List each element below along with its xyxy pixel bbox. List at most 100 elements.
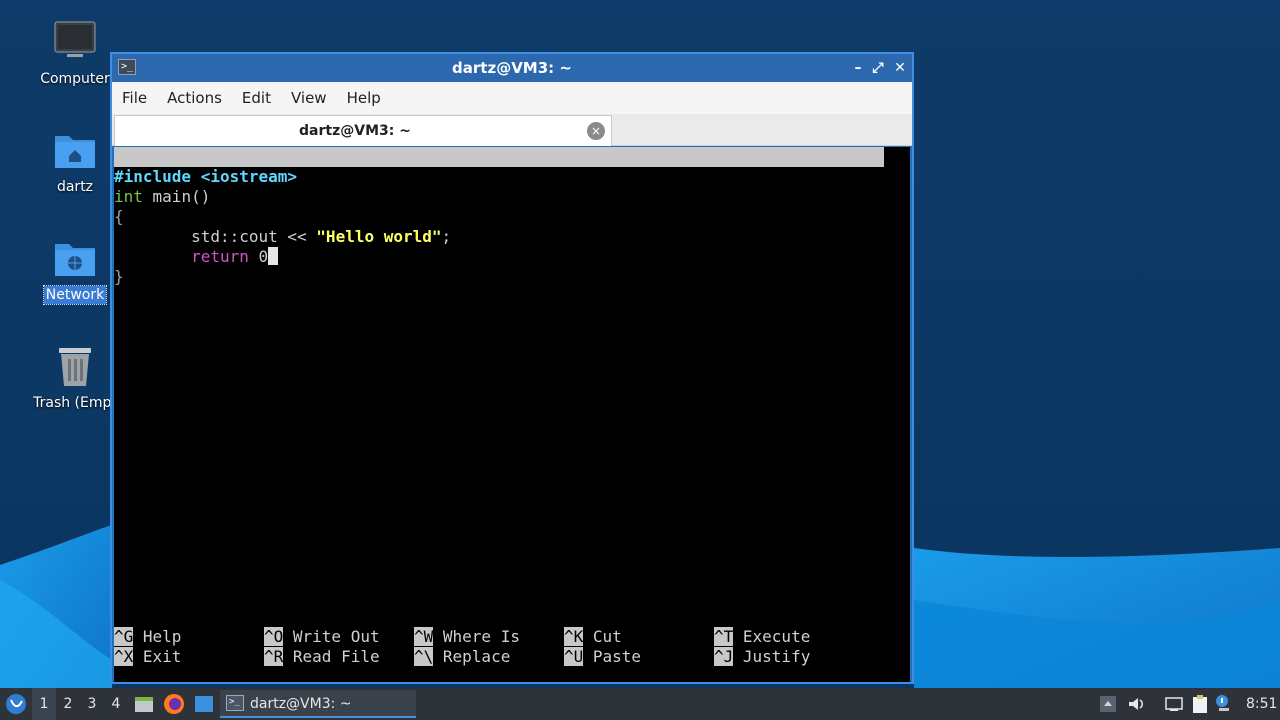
desktop-icon-label: Trash (Empt: [33, 395, 117, 411]
workspace-4[interactable]: 4: [104, 688, 128, 720]
shortcut-replace[interactable]: ^\ Replace: [414, 647, 564, 667]
text-cursor: [268, 247, 279, 265]
code-token: std::cout <<: [114, 227, 317, 246]
computer-icon: [53, 20, 97, 64]
code-token: "Hello world": [316, 227, 442, 246]
shortcut-key: ^K: [564, 627, 584, 646]
code-line: #include <iostream>: [114, 167, 910, 187]
shortcut-justify[interactable]: ^J Justify: [714, 647, 864, 667]
update-notification-icon[interactable]: [1214, 694, 1234, 714]
desktop-icon-home[interactable]: dartz: [27, 128, 123, 196]
code-line: int main(): [114, 187, 910, 207]
code-line: return 0: [114, 247, 910, 267]
shortcut-label: Read File: [283, 647, 380, 666]
shortcut-label: Paste: [583, 647, 642, 666]
nano-header: GNU nano 5.6.1 hello.cc *: [114, 147, 884, 206]
file-manager-launcher[interactable]: [132, 688, 156, 720]
shortcut-key: ^G: [114, 627, 134, 646]
window-titlebar[interactable]: >_ dartz@VM3: ~ – ⤢ ✕: [112, 54, 912, 82]
task-title: dartz@VM3: ~: [250, 696, 352, 712]
code-token: main(): [142, 187, 211, 206]
menu-view[interactable]: View: [281, 82, 337, 114]
code-token: return: [191, 247, 249, 266]
shortcut-label: Cut: [583, 627, 622, 646]
shortcut-read-file[interactable]: ^R Read File: [264, 647, 414, 667]
shortcut-where-is[interactable]: ^W Where Is: [414, 627, 564, 647]
clipboard-icon[interactable]: [1190, 694, 1210, 714]
shortcut-key: ^W: [414, 627, 434, 646]
code-token: ;: [441, 227, 452, 246]
clock[interactable]: 8:51: [1246, 688, 1277, 720]
desktop-icon-label: dartz: [56, 179, 94, 195]
desktop-icon-network[interactable]: Network: [27, 236, 123, 305]
trash-icon: [53, 344, 97, 388]
shortcut-execute[interactable]: ^T Execute: [714, 627, 864, 647]
desktop-icon-computer[interactable]: Computer: [27, 20, 123, 88]
home-folder-icon: [53, 128, 97, 172]
menu-bar: File Actions Edit View Help: [112, 82, 912, 114]
terminal-window: >_ dartz@VM3: ~ – ⤢ ✕ File Actions Edit Vie…: [110, 52, 914, 684]
close-button[interactable]: ✕: [890, 58, 910, 78]
network-status-icon[interactable]: [1164, 694, 1184, 714]
shortcut-key: ^R: [264, 647, 284, 666]
shortcut-key: ^\: [414, 647, 434, 666]
terminal-area[interactable]: GNU nano 5.6.1 hello.cc * #include <iost…: [114, 147, 910, 682]
code-token: }: [114, 267, 124, 286]
shortcut-exit[interactable]: ^X Exit: [114, 647, 264, 667]
code-line: }: [114, 267, 910, 287]
code-editor[interactable]: #include <iostream> int main() { std::co…: [114, 167, 910, 287]
shortcut-cut[interactable]: ^K Cut: [564, 627, 714, 647]
shortcut-key: ^U: [564, 647, 584, 666]
workspace-1[interactable]: 1: [32, 688, 56, 720]
menu-help[interactable]: Help: [337, 82, 391, 114]
tab-terminal[interactable]: dartz@VM3: ~ ×: [114, 115, 612, 146]
shortcut-label: Help: [133, 627, 182, 646]
tray-expand-icon[interactable]: [1098, 694, 1118, 714]
desktop-icon-trash[interactable]: Trash (Empt: [27, 344, 123, 412]
code-token: 0: [248, 247, 269, 266]
file-manager-icon: [135, 697, 153, 712]
shortcut-key: ^T: [714, 627, 734, 646]
firefox-icon: [164, 694, 184, 714]
desktop-icon-label: Computer: [40, 71, 110, 87]
shortcut-label: Exit: [133, 647, 182, 666]
code-token: #include: [114, 167, 192, 186]
workspace-3[interactable]: 3: [80, 688, 104, 720]
shortcut-label: Execute: [733, 627, 811, 646]
code-token: <iostream>: [191, 167, 298, 186]
shortcut-key: ^O: [264, 627, 284, 646]
minimize-button[interactable]: –: [848, 58, 868, 78]
shortcut-label: Where Is: [433, 627, 520, 646]
tab-bar: dartz@VM3: ~ ×: [112, 114, 912, 146]
show-desktop-icon: [195, 696, 213, 712]
menu-file[interactable]: File: [112, 82, 157, 114]
code-line: {: [114, 207, 910, 227]
workspace-2[interactable]: 2: [56, 688, 80, 720]
window-title: dartz@VM3: ~: [452, 59, 572, 77]
shortcut-label: Replace: [433, 647, 511, 666]
volume-icon[interactable]: [1126, 694, 1146, 714]
tab-close-icon[interactable]: ×: [587, 122, 605, 140]
maximize-button[interactable]: ⤢: [868, 58, 888, 78]
start-menu-button[interactable]: [4, 688, 28, 720]
menu-edit[interactable]: Edit: [232, 82, 281, 114]
shortcut-key: ^J: [714, 647, 734, 666]
show-desktop-button[interactable]: [192, 688, 216, 720]
shortcut-label: Justify: [733, 647, 811, 666]
taskbar: 1 2 3 4 >_ dartz@VM3: ~ 8:51: [0, 688, 1280, 720]
firefox-launcher[interactable]: [162, 688, 186, 720]
shortcut-paste[interactable]: ^U Paste: [564, 647, 714, 667]
taskbar-task-terminal[interactable]: >_ dartz@VM3: ~: [220, 690, 416, 718]
network-folder-icon: [53, 236, 97, 280]
tab-label: dartz@VM3: ~: [299, 123, 411, 139]
desktop-icon-label: Network: [42, 285, 108, 305]
shortcut-key: ^X: [114, 647, 134, 666]
shortcut-label: Write Out: [283, 627, 380, 646]
menu-actions[interactable]: Actions: [157, 82, 232, 114]
code-token: {: [114, 207, 124, 226]
start-menu-icon: [6, 694, 26, 714]
shortcut-write-out[interactable]: ^O Write Out: [264, 627, 414, 647]
terminal-icon: >_: [226, 695, 244, 711]
shortcut-help[interactable]: ^G Help: [114, 627, 264, 647]
